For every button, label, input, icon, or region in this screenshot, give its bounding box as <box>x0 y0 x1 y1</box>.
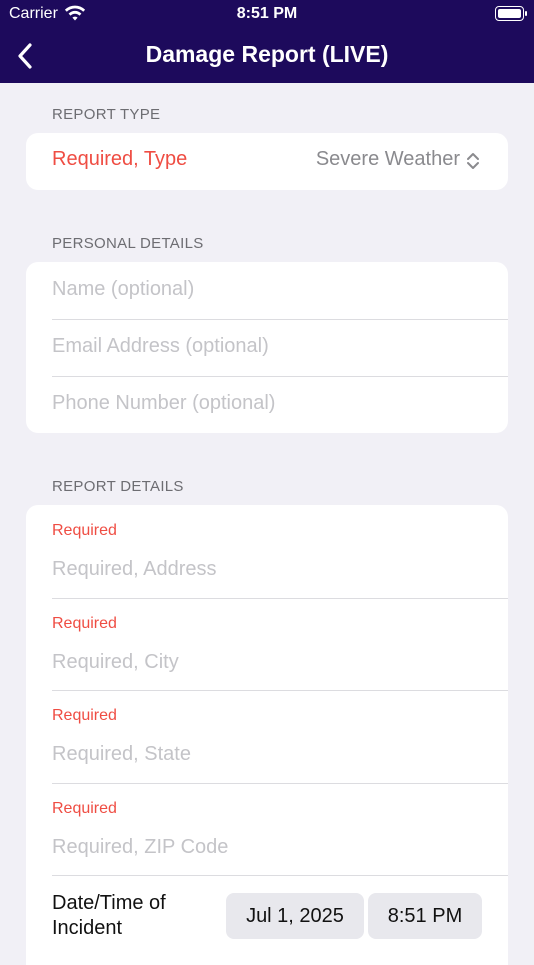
email-input-placeholder: Email Address (optional) <box>52 335 269 357</box>
section-header-report-type: REPORT TYPE <box>52 106 161 123</box>
report-details-card: Required Required, Address Required Requ… <box>26 505 508 965</box>
zip-field[interactable]: Required Required, ZIP Code <box>26 782 508 876</box>
city-field[interactable]: Required Required, City <box>26 597 508 691</box>
required-label: Required <box>52 799 117 817</box>
address-input-placeholder: Required, Address <box>52 558 217 580</box>
phone-input-placeholder: Phone Number (optional) <box>52 392 276 414</box>
name-input-placeholder: Name (optional) <box>52 278 195 300</box>
city-input-placeholder: Required, City <box>52 650 179 673</box>
report-type-value: Severe Weather <box>315 148 460 170</box>
status-bar: Carrier 8:51 PM <box>0 0 534 28</box>
navigation-bar: Damage Report (LIVE) <box>0 28 534 83</box>
incident-date-picker[interactable]: Jul 1, 2025 <box>226 893 364 939</box>
state-field[interactable]: Required Required, State <box>26 690 508 783</box>
email-field[interactable]: Email Address (optional) <box>26 319 508 376</box>
personal-details-card: Name (optional) Email Address (optional)… <box>26 262 508 433</box>
phone-field[interactable]: Phone Number (optional) <box>26 376 508 433</box>
chevron-up-down-icon <box>467 153 479 169</box>
name-field[interactable]: Name (optional) <box>26 262 508 319</box>
section-header-personal-details: PERSONAL DETAILS <box>52 235 204 252</box>
section-header-report-details: REPORT DETAILS <box>52 478 184 495</box>
report-type-card: Required, Type Severe Weather <box>26 133 508 190</box>
required-label: Required <box>52 614 117 632</box>
report-type-label: Required, Type <box>52 148 188 170</box>
required-label: Required <box>52 522 117 539</box>
incident-datetime-label: Date/Time of Incident <box>52 892 166 939</box>
required-label: Required <box>52 707 117 724</box>
incident-datetime-row: Date/Time of Incident Jul 1, 2025 8:51 P… <box>26 875 508 955</box>
state-input-placeholder: Required, State <box>52 743 191 765</box>
status-time: 8:51 PM <box>236 5 298 22</box>
incident-time-picker[interactable]: 8:51 PM <box>368 893 482 939</box>
battery-icon <box>495 6 527 21</box>
address-field[interactable]: Required Required, Address <box>26 505 508 598</box>
page-title: Damage Report (LIVE) <box>145 41 389 67</box>
report-type-picker[interactable]: Required, Type Severe Weather <box>26 133 508 190</box>
zip-input-placeholder: Required, ZIP Code <box>52 835 229 858</box>
